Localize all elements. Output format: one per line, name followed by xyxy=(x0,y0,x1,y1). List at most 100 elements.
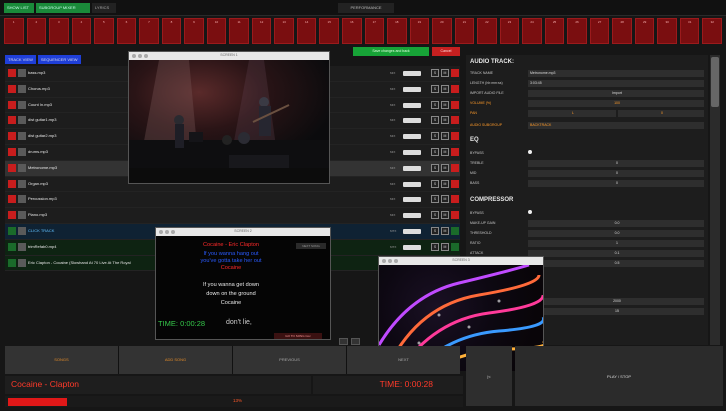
mute-button[interactable]: M xyxy=(441,69,449,77)
mute-button[interactable]: M xyxy=(441,242,449,251)
solo-button[interactable]: S xyxy=(431,163,439,172)
play-stop-button[interactable]: PLAY / STOP xyxy=(515,346,723,406)
pad-8[interactable]: 8 xyxy=(161,18,182,44)
save-button[interactable]: Save changes and back xyxy=(353,47,429,56)
track-record-button[interactable] xyxy=(8,226,16,235)
pad-13[interactable]: 13 xyxy=(274,18,294,44)
mute-button[interactable]: M xyxy=(441,116,449,125)
track-type-icon[interactable] xyxy=(18,69,26,77)
track-record-button[interactable] xyxy=(8,163,16,172)
solo-button[interactable]: S xyxy=(431,226,439,235)
track-volume-slider[interactable] xyxy=(403,149,421,155)
songs-button[interactable]: SONGS xyxy=(5,346,118,374)
track-status-button[interactable] xyxy=(451,69,459,77)
solo-button[interactable]: S xyxy=(431,147,439,156)
mute-button[interactable]: M xyxy=(441,147,449,156)
track-record-button[interactable] xyxy=(8,179,16,188)
song-progress[interactable]: 13% xyxy=(5,396,463,407)
tab-lyrics[interactable]: LYRICS xyxy=(92,3,116,13)
pan-value[interactable]: 0 xyxy=(618,110,704,117)
pad-4[interactable]: 4 xyxy=(71,18,92,44)
track-type-icon[interactable] xyxy=(18,147,26,156)
solo-button[interactable]: S xyxy=(431,211,439,220)
pad-5[interactable]: 5 xyxy=(94,18,114,44)
tab-show-list[interactable]: SHOW LIST xyxy=(4,3,34,13)
track-status-button[interactable] xyxy=(451,211,459,220)
track-volume-slider[interactable] xyxy=(403,197,421,203)
track-record-button[interactable] xyxy=(8,195,16,204)
lyrics-window-titlebar[interactable]: SCREEN 2 xyxy=(156,228,330,236)
track-volume-slider[interactable] xyxy=(403,228,421,234)
solo-button[interactable]: S xyxy=(431,116,439,125)
pad-14[interactable]: 14 xyxy=(296,18,317,44)
eq-bypass-toggle[interactable] xyxy=(528,150,532,154)
mute-button[interactable]: M xyxy=(441,211,449,220)
pad-29[interactable]: 29 xyxy=(634,18,655,44)
nav-forward-button[interactable] xyxy=(351,338,360,345)
tab-track-view[interactable]: TRACK VIEW xyxy=(5,55,36,64)
track-record-button[interactable] xyxy=(8,84,16,93)
comp-bypass-toggle[interactable] xyxy=(528,210,532,214)
solo-button[interactable]: S xyxy=(431,69,439,77)
pad-12[interactable]: 12 xyxy=(251,18,272,44)
track-type-icon[interactable] xyxy=(18,211,26,220)
track-status-button[interactable] xyxy=(451,147,459,156)
track-status-button[interactable] xyxy=(451,242,459,251)
pad-9[interactable]: 9 xyxy=(184,18,204,44)
track-type-icon[interactable] xyxy=(18,84,26,93)
solo-button[interactable]: S xyxy=(431,84,439,93)
pad-6[interactable]: 6 xyxy=(116,18,137,44)
track-row[interactable]: Piano.mp3 MIX S M xyxy=(5,208,460,224)
track-volume-slider[interactable] xyxy=(403,71,421,76)
scroll-thumb[interactable] xyxy=(711,57,719,107)
performance-button[interactable]: PERFORMANCE xyxy=(338,3,394,13)
pad-11[interactable]: 11 xyxy=(229,18,249,44)
pad-18[interactable]: 18 xyxy=(387,18,407,44)
pad-16[interactable]: 16 xyxy=(341,18,362,44)
pad-7[interactable]: 7 xyxy=(139,18,159,44)
track-type-icon[interactable] xyxy=(18,132,26,141)
properties-scrollbar[interactable] xyxy=(710,55,720,345)
next-button[interactable]: NEXT xyxy=(347,346,460,374)
pad-23[interactable]: 23 xyxy=(499,18,520,44)
track-record-button[interactable] xyxy=(8,258,16,267)
track-type-icon[interactable] xyxy=(18,258,26,267)
track-volume-slider[interactable] xyxy=(403,118,421,124)
pad-2[interactable]: 2 xyxy=(26,18,47,44)
mute-button[interactable]: M xyxy=(441,132,449,141)
pad-22[interactable]: 22 xyxy=(477,18,497,44)
track-volume-slider[interactable] xyxy=(403,244,421,250)
solo-button[interactable]: S xyxy=(431,100,439,109)
track-row[interactable]: Percussion.mp3 MIX S M xyxy=(5,192,460,209)
volume-field[interactable]: 100 xyxy=(528,100,704,107)
attack-field[interactable]: 0.1 xyxy=(528,250,704,257)
pad-3[interactable]: 3 xyxy=(49,18,69,44)
track-record-button[interactable] xyxy=(8,100,16,109)
mute-button[interactable]: M xyxy=(441,226,449,235)
pad-30[interactable]: 30 xyxy=(657,18,677,44)
import-button[interactable]: Import xyxy=(528,90,704,97)
track-volume-slider[interactable] xyxy=(403,181,421,187)
track-volume-slider[interactable] xyxy=(403,213,421,219)
pan-left[interactable]: L xyxy=(528,110,616,117)
track-type-icon[interactable] xyxy=(18,179,26,188)
track-volume-slider[interactable] xyxy=(403,86,421,92)
video-window-titlebar[interactable]: SCREEN 1 xyxy=(129,52,329,60)
track-record-button[interactable] xyxy=(8,211,16,220)
track-status-button[interactable] xyxy=(451,195,459,204)
track-type-icon[interactable] xyxy=(18,116,26,125)
track-type-icon[interactable] xyxy=(18,195,26,204)
pad-27[interactable]: 27 xyxy=(589,18,610,44)
solo-button[interactable]: S xyxy=(431,179,439,188)
pad-26[interactable]: 26 xyxy=(567,18,587,44)
track-record-button[interactable] xyxy=(8,242,16,251)
mid-field[interactable]: 0 xyxy=(528,170,704,177)
pad-15[interactable]: 15 xyxy=(319,18,339,44)
track-status-button[interactable] xyxy=(451,116,459,125)
tab-sequencer-view[interactable]: SEQUENCER VIEW xyxy=(37,55,81,64)
track-type-icon[interactable] xyxy=(18,100,26,109)
pad-20[interactable]: 20 xyxy=(432,18,452,44)
threshold-field[interactable]: 0.0 xyxy=(528,230,704,237)
pad-24[interactable]: 24 xyxy=(522,18,542,44)
ratio-field[interactable]: 1 xyxy=(528,240,704,247)
